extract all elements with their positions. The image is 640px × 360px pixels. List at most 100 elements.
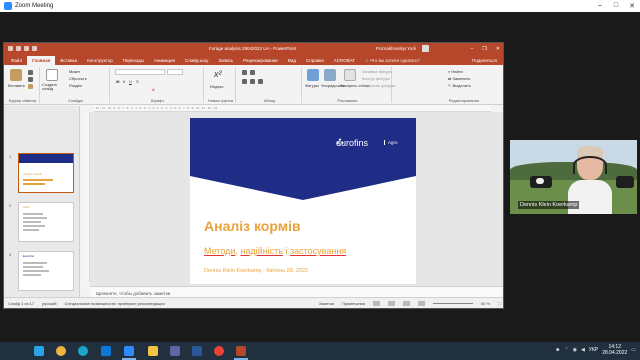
volume-icon[interactable]: ◀ — [581, 347, 585, 353]
tab-design[interactable]: Конструктор — [82, 56, 118, 65]
chrome-icon[interactable] — [214, 346, 224, 356]
headset — [573, 156, 607, 174]
undo-icon[interactable] — [24, 46, 29, 51]
ribbon-group-paragraph: Абзац — [238, 67, 302, 103]
index-icon[interactable]: x² — [214, 69, 222, 79]
start-windows-icon[interactable] — [34, 346, 44, 356]
people-icon[interactable]: ☻ — [555, 347, 560, 353]
section-button[interactable]: Раздел — [69, 83, 82, 88]
bold-icon[interactable]: Ж — [116, 79, 120, 84]
thumb-title: Зміст — [23, 205, 31, 209]
redo-icon[interactable] — [32, 46, 37, 51]
cut-icon[interactable] — [28, 70, 33, 75]
shapes-icon[interactable] — [307, 69, 319, 81]
underline-icon[interactable]: Ч — [129, 79, 132, 84]
eurofins-logo: eurofins — [336, 138, 368, 148]
notifications-icon[interactable]: ▭ — [631, 347, 636, 353]
word-icon[interactable] — [192, 346, 202, 356]
notes-button[interactable]: Заметки — [319, 301, 334, 306]
paste-button[interactable]: Вставить — [8, 83, 25, 88]
keyboard-language[interactable]: УКР — [589, 347, 598, 353]
participant-video[interactable]: Dennis Klein Koerkamp — [510, 140, 637, 214]
shape-fill-button[interactable]: Заливка фигуры — [362, 69, 393, 74]
tab-home[interactable]: Главная — [27, 56, 56, 65]
align-right-icon[interactable] — [258, 79, 263, 84]
quick-styles-icon[interactable] — [344, 69, 356, 81]
zoom-level[interactable]: 60 % — [481, 301, 490, 306]
file-explorer-icon[interactable] — [148, 346, 158, 356]
edge-icon[interactable] — [56, 346, 66, 356]
teams-icon[interactable] — [170, 346, 180, 356]
align-center-icon[interactable] — [250, 79, 255, 84]
strikethrough-icon[interactable]: S — [136, 79, 139, 84]
tab-slideshow[interactable]: Слайд-шоу — [180, 56, 213, 65]
group-label: Слайды — [68, 98, 83, 103]
maximize-icon[interactable]: □ — [608, 2, 624, 10]
tab-acrobat[interactable]: ACROBAT — [329, 56, 360, 65]
clock[interactable]: 14:12 28.04.2022 — [602, 344, 627, 356]
minimize-icon[interactable]: – — [471, 46, 474, 52]
normal-view-icon[interactable] — [373, 300, 381, 306]
active-app-indicator — [234, 358, 248, 360]
save-icon[interactable] — [16, 46, 21, 51]
chevron-up-icon[interactable]: ⌃ — [564, 347, 568, 353]
browser-icon[interactable] — [78, 346, 88, 356]
close-icon[interactable]: ✕ — [624, 2, 640, 10]
shape-effects-button[interactable]: Эффекты фигуры — [362, 83, 395, 88]
new-slide-button[interactable]: Создать слайд — [42, 83, 64, 91]
slide-sorter-icon[interactable] — [388, 300, 396, 306]
fit-slide-icon[interactable]: ⛶ — [498, 301, 501, 306]
layout-button[interactable]: Макет — [69, 69, 80, 74]
tell-me-search[interactable]: ♀ Что вы хотите сделать? — [360, 56, 424, 65]
font-name-select[interactable] — [115, 69, 165, 75]
replace-button[interactable]: ⇄ Заменить — [448, 76, 470, 81]
arrange-icon[interactable] — [324, 69, 336, 81]
font-size-select[interactable] — [167, 69, 183, 75]
language-indicator[interactable]: русский — [42, 301, 56, 306]
zoom-slider[interactable] — [433, 302, 474, 304]
shape-outline-button[interactable]: Контур фигуры — [362, 76, 390, 81]
restore-icon[interactable]: ❐ — [482, 46, 486, 52]
slide-thumbnail[interactable]: Зміст — [18, 202, 74, 242]
network-icon[interactable]: ◉ — [573, 347, 577, 353]
tab-record[interactable]: Запись — [213, 56, 238, 65]
tab-transitions[interactable]: Переходы — [118, 56, 149, 65]
powerpoint-icon[interactable] — [236, 346, 246, 356]
index-button[interactable]: Индекс — [210, 84, 223, 89]
format-painter-icon[interactable] — [28, 84, 33, 89]
slideshow-icon[interactable] — [418, 300, 426, 306]
user-name[interactable]: Poznakhovskyi Yurii — [376, 46, 416, 51]
tab-file[interactable]: Файл — [6, 56, 27, 65]
zoom-taskbar-icon[interactable] — [124, 346, 134, 356]
outlook-icon[interactable] — [101, 346, 111, 356]
paste-icon[interactable] — [10, 69, 22, 81]
autosave-icon[interactable] — [8, 46, 13, 51]
bullets-icon[interactable] — [242, 70, 247, 75]
tab-animations[interactable]: Анимация — [149, 56, 180, 65]
copy-icon[interactable] — [28, 77, 33, 82]
avatar[interactable] — [422, 45, 429, 52]
tab-review[interactable]: Рецензирование — [238, 56, 283, 65]
tab-help[interactable]: Справка — [301, 56, 329, 65]
accessibility-status[interactable]: Специальные возможности: проверьте реком… — [64, 301, 164, 306]
tab-view[interactable]: Вид — [283, 56, 301, 65]
comments-button[interactable]: Примечания — [342, 301, 365, 306]
slide-editing-area[interactable]: eurofins Agro Аналіз кормів Методи, наді… — [90, 112, 503, 286]
find-button[interactable]: ⌕ Найти — [448, 69, 463, 74]
slide-thumbnail[interactable]: Eurofins — [18, 251, 74, 291]
close-icon[interactable]: ✕ — [496, 46, 500, 52]
minimize-icon[interactable]: – — [592, 2, 608, 10]
new-slide-icon[interactable] — [46, 69, 58, 81]
reset-button[interactable]: Сбросить — [69, 76, 87, 81]
tab-insert[interactable]: Вставка — [55, 56, 82, 65]
numbering-icon[interactable] — [250, 70, 255, 75]
slide-thumbnail[interactable]: Аналіз кормів — [18, 153, 74, 193]
current-slide[interactable]: eurofins Agro Аналіз кормів Методи, наді… — [190, 118, 416, 284]
shapes-button[interactable]: Фигуры — [305, 83, 319, 88]
font-color-icon[interactable]: A — [152, 87, 155, 92]
select-button[interactable]: ↖ Выделить — [448, 83, 471, 88]
align-left-icon[interactable] — [242, 79, 247, 84]
italic-icon[interactable]: К — [123, 79, 125, 84]
share-button[interactable]: Поделиться — [466, 56, 503, 65]
reading-view-icon[interactable] — [403, 300, 411, 306]
